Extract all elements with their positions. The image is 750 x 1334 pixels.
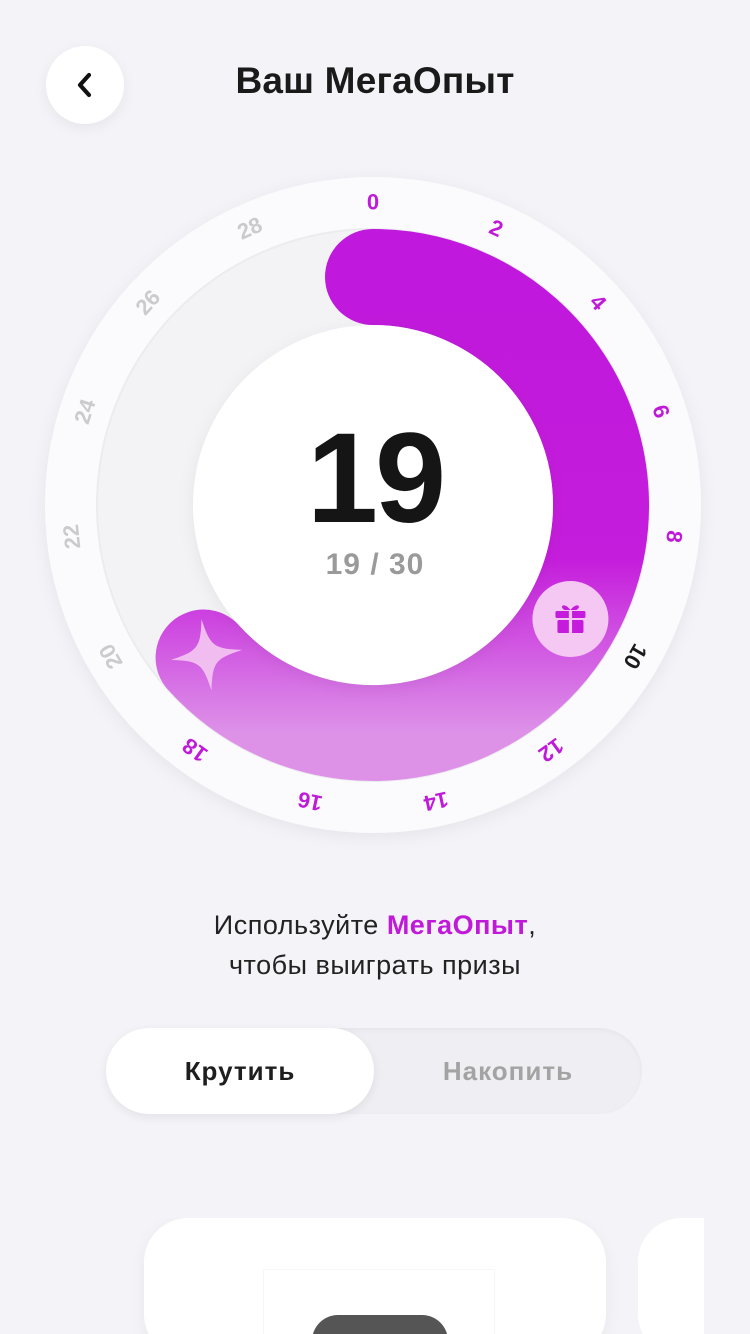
prize-carousel <box>40 1218 704 1334</box>
info-line-2: чтобы выиграть призы <box>228 950 522 980</box>
prize-card[interactable] <box>144 1218 606 1334</box>
mode-switch: Крутить Накопить <box>106 1028 642 1114</box>
tab-save[interactable]: Накопить <box>374 1028 642 1114</box>
info-line-1: Используйте МегаОпыт, <box>213 910 537 940</box>
dial-tick-label: 0 <box>367 190 379 215</box>
prize-device-image <box>312 1315 448 1334</box>
prize-image <box>264 1270 494 1334</box>
mega-xp-link: МегаОпыт <box>386 910 529 940</box>
xp-value: 19 <box>306 407 446 550</box>
xp-progress-label: 19 / 30 <box>325 548 425 581</box>
tab-spin[interactable]: Крутить <box>106 1028 374 1114</box>
dial-tick-label: 16 <box>295 787 324 817</box>
gift-marker[interactable] <box>532 581 609 657</box>
info-text: Используйте МегаОпыт, чтобы выиграть при… <box>0 905 750 985</box>
prize-card-next[interactable] <box>638 1218 704 1334</box>
